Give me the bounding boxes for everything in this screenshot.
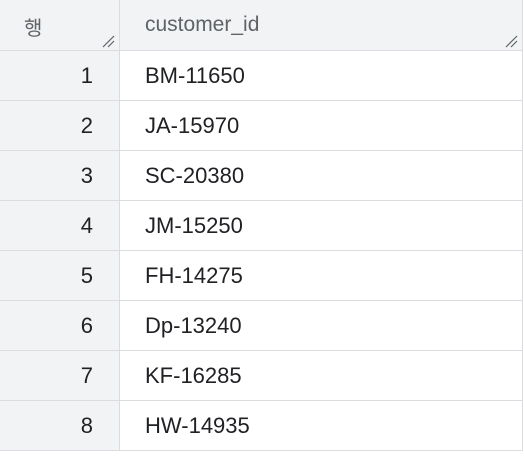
table-row: 8 HW-14935: [0, 401, 522, 451]
customer-id-cell[interactable]: HW-14935: [120, 401, 522, 450]
column-resize-icon[interactable]: [101, 34, 115, 48]
row-number: 8: [0, 401, 120, 450]
table-row: 5 FH-14275: [0, 251, 522, 301]
column-header-label: customer_id: [145, 13, 260, 36]
customer-id-cell[interactable]: Dp-13240: [120, 301, 522, 350]
customer-id-cell[interactable]: FH-14275: [120, 251, 522, 300]
table-row: 1 BM-11650: [0, 51, 522, 101]
column-header-customer-id[interactable]: customer_id: [120, 0, 522, 50]
results-table: 행 customer_id 1 BM-11650 2 JA-15970 3 SC…: [0, 0, 523, 451]
column-resize-icon[interactable]: [504, 34, 518, 48]
row-number: 4: [0, 201, 120, 250]
table-row: 6 Dp-13240: [0, 301, 522, 351]
table-header-row: 행 customer_id: [0, 0, 522, 51]
row-number: 3: [0, 151, 120, 200]
row-number-header-label: 행: [24, 18, 43, 40]
customer-id-cell[interactable]: JA-15970: [120, 101, 522, 150]
customer-id-cell[interactable]: KF-16285: [120, 351, 522, 400]
customer-id-cell[interactable]: SC-20380: [120, 151, 522, 200]
table-row: 2 JA-15970: [0, 101, 522, 151]
row-number: 7: [0, 351, 120, 400]
row-number: 5: [0, 251, 120, 300]
row-number: 1: [0, 51, 120, 100]
table-row: 4 JM-15250: [0, 201, 522, 251]
row-number-header[interactable]: 행: [0, 0, 120, 50]
table-row: 7 KF-16285: [0, 351, 522, 401]
row-number: 6: [0, 301, 120, 350]
row-number: 2: [0, 101, 120, 150]
customer-id-cell[interactable]: JM-15250: [120, 201, 522, 250]
customer-id-cell[interactable]: BM-11650: [120, 51, 522, 100]
table-row: 3 SC-20380: [0, 151, 522, 201]
